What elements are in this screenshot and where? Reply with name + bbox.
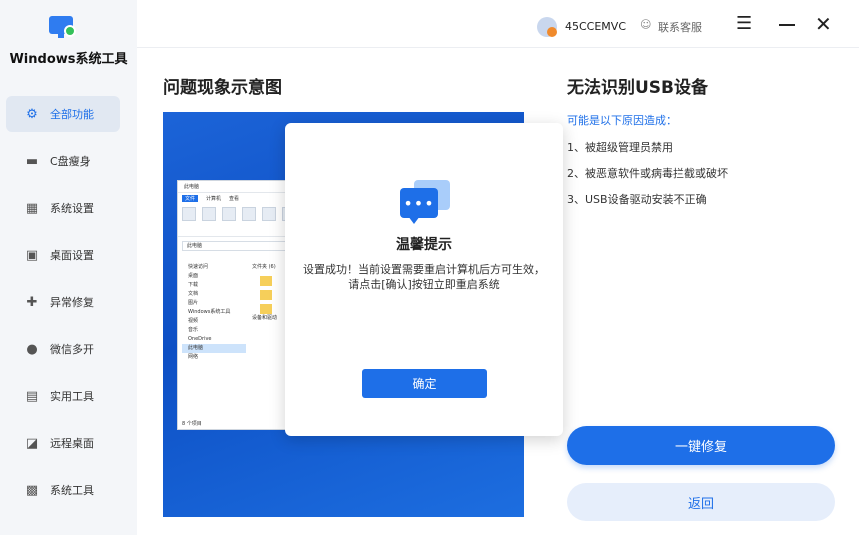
- gear-icon: ⚙: [26, 106, 38, 122]
- sidebar-item-label: 全部功能: [50, 108, 94, 121]
- menu-icon[interactable]: ☰: [736, 15, 754, 33]
- dialog: ••• 温馨提示 设置成功！当前设置需要重启计算机后方可生效，请点击[确认]按钮…: [285, 123, 563, 436]
- sidebar-item-label: 实用工具: [50, 390, 94, 403]
- explorer-side-item: 图片: [188, 300, 199, 306]
- support-link[interactable]: 联系客服: [658, 19, 702, 35]
- explorer-tab: 计算机: [206, 195, 222, 202]
- sidebar-item-system-tools[interactable]: ▩ 系统工具: [6, 472, 120, 508]
- sidebar-item-utilities[interactable]: ▤ 实用工具: [6, 378, 120, 414]
- sidebar-item-label: 微信多开: [50, 343, 94, 356]
- explorer-sidebar: 快速访问 桌面 下载 文档 图片 Windows系统工具 视频 音乐 OneDr…: [182, 263, 246, 362]
- sidebar-item-repair[interactable]: ✚ 异常修复: [6, 284, 120, 320]
- avatar[interactable]: [537, 17, 557, 37]
- dialog-title: 温馨提示: [396, 237, 452, 253]
- toolbox-icon: ▤: [25, 388, 39, 404]
- explorer-side-item: 桌面: [188, 273, 199, 279]
- sidebar-item-label: C盘瘦身: [50, 155, 91, 168]
- one-click-repair-button[interactable]: 一键修复: [567, 426, 835, 465]
- sidebar-item-label: 桌面设置: [50, 249, 94, 262]
- confirm-button[interactable]: 确定: [362, 369, 487, 398]
- explorer-status: 8 个项目: [182, 421, 202, 427]
- explorer-side-item: 下载: [188, 282, 199, 288]
- user-name[interactable]: 45CCEMVC: [565, 20, 626, 33]
- monitor-icon: ▣: [25, 247, 39, 263]
- sidebar-item-label: 远程桌面: [50, 437, 94, 450]
- dialog-message: 设置成功！当前设置需要重启计算机后方可生效，请点击[确认]按钮立即重启系统: [303, 263, 545, 291]
- main-panel: 45CCEMVC ☺ 联系客服 ☰ ✕ 问题现象示意图 此电脑 文件 计算机 查…: [137, 0, 859, 535]
- sidebar: Windows系统工具 ⚙ 全部功能 ▬ C盘瘦身 ▦ 系统设置 ▣ 桌面设置 …: [0, 0, 137, 535]
- explorer-tab: 文件: [182, 194, 199, 202]
- sidebar-item-system-settings[interactable]: ▦ 系统设置: [6, 190, 120, 226]
- reasons-header: 可能是以下原因造成：: [567, 114, 677, 127]
- support-icon[interactable]: ☺: [640, 18, 651, 31]
- sidebar-item-label: 异常修复: [50, 296, 94, 309]
- sidebar-item-label: 系统工具: [50, 484, 94, 497]
- sidebar-item-c-drive-cleanup[interactable]: ▬ C盘瘦身: [6, 143, 120, 179]
- reason-item: 2、被恶意软件或病毒拦截或破坏: [567, 167, 728, 180]
- sidebar-nav: ⚙ 全部功能 ▬ C盘瘦身 ▦ 系统设置 ▣ 桌面设置 ✚ 异常修复 ● 微信多…: [6, 96, 120, 519]
- explorer-title: 此电脑: [184, 184, 200, 190]
- app-logo-icon: [49, 16, 77, 40]
- issue-title: 无法识别USB设备: [567, 78, 709, 98]
- explorer-side-item: 此电脑: [182, 344, 246, 353]
- remote-icon: ◪: [25, 435, 39, 451]
- grid-icon: ▦: [25, 200, 39, 216]
- explorer-side-item: 网络: [188, 354, 199, 360]
- minimize-icon[interactable]: [779, 24, 795, 26]
- explorer-side-item: Windows系统工具: [188, 309, 231, 315]
- explorer-side-item: 文档: [188, 291, 199, 297]
- explorer-side-item: 视频: [188, 318, 199, 324]
- explorer-side-item: OneDrive: [188, 336, 212, 342]
- chat-icon: ●: [26, 341, 38, 357]
- reason-item: 3、USB设备驱动安装不正确: [567, 193, 707, 206]
- chat-bubble-icon: •••: [400, 180, 450, 226]
- preview-title: 问题现象示意图: [163, 78, 282, 98]
- back-button[interactable]: 返回: [567, 483, 835, 521]
- folder-icon: [260, 276, 272, 286]
- explorer-side-item: 音乐: [188, 327, 199, 333]
- drive-icon: ▬: [25, 153, 39, 169]
- sidebar-item-all-features[interactable]: ⚙ 全部功能: [6, 96, 120, 132]
- app-title: Windows系统工具: [9, 52, 128, 67]
- sidebar-item-desktop-settings[interactable]: ▣ 桌面设置: [6, 237, 120, 273]
- wrench-icon: ✚: [26, 294, 38, 310]
- close-icon[interactable]: ✕: [815, 12, 832, 36]
- reason-item: 1、被超级管理员禁用: [567, 141, 673, 154]
- topbar: 45CCEMVC ☺ 联系客服 ☰ ✕: [137, 0, 859, 48]
- folder-icon: [260, 290, 272, 300]
- sidebar-item-remote-desktop[interactable]: ◪ 远程桌面: [6, 425, 120, 461]
- briefcase-icon: ▩: [25, 482, 39, 498]
- explorer-side-item: 快速访问: [188, 264, 209, 270]
- sidebar-item-label: 系统设置: [50, 202, 94, 215]
- explorer-tab: 查看: [229, 195, 240, 202]
- sidebar-item-wechat-multi[interactable]: ● 微信多开: [6, 331, 120, 367]
- folder-icon: [260, 304, 272, 314]
